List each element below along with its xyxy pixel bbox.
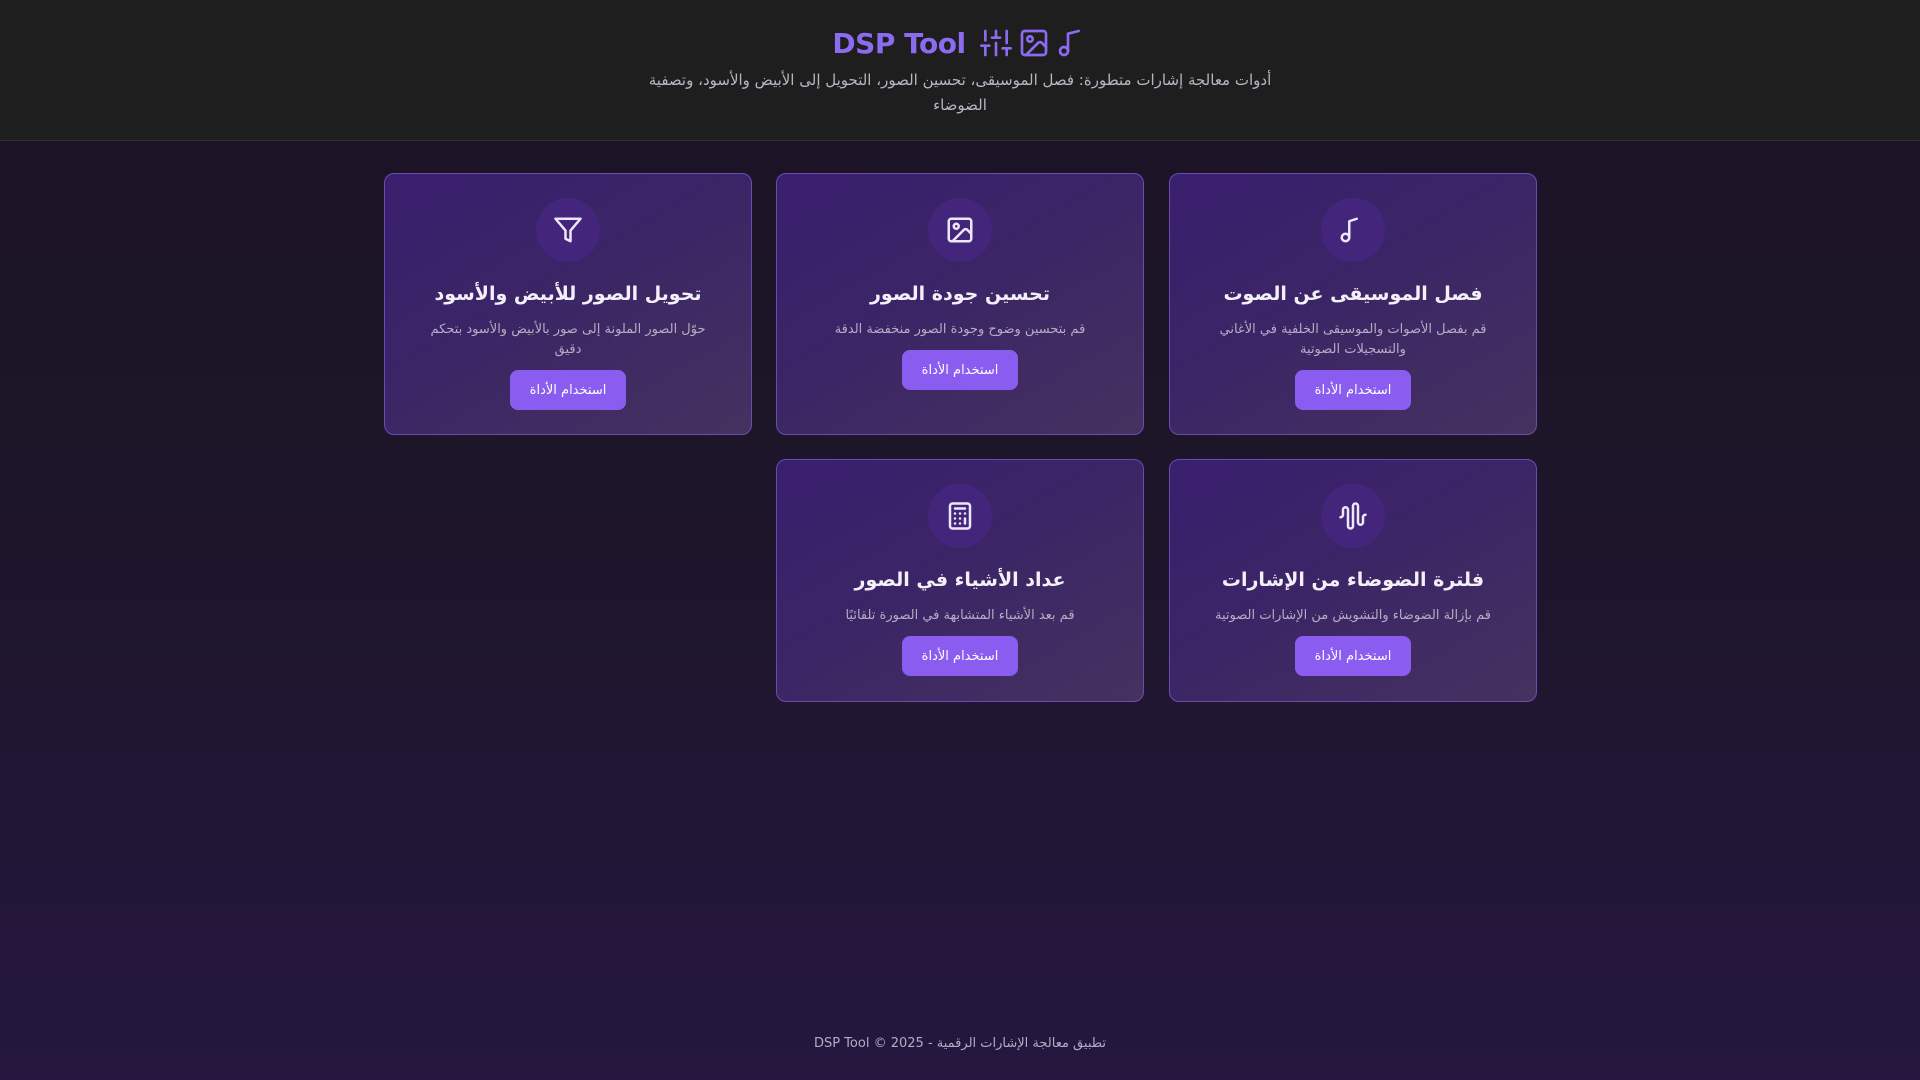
tool-card-grayscale: تحويل الصور للأبيض والأسود حوّل الصور ال… (384, 173, 752, 435)
card-title: عداد الأشياء في الصور (854, 569, 1066, 591)
image-icon (1020, 29, 1047, 57)
card-title: تحويل الصور للأبيض والأسود (434, 283, 702, 305)
tool-card-image-enhance: تحسين جودة الصور قم بتحسين وضوح وجودة ال… (776, 173, 1144, 435)
image-icon (947, 217, 973, 243)
sliders-icon (979, 29, 1012, 57)
brand-row: DSP Tool (0, 22, 1920, 64)
use-tool-button[interactable]: استخدام الأداة (1295, 636, 1411, 676)
tool-card-object-counter: عداد الأشياء في الصور قم بعد الأشياء الم… (776, 459, 1144, 702)
page-subtitle: أدوات معالجة إشارات متطورة: فصل الموسيقى… (648, 71, 1272, 114)
app-header: DSP Tool أدوات معالجة إشارات متطورة: فصل… (0, 0, 1920, 141)
card-description: قم بإزالة الضوضاء والتشويش من الإشارات ا… (1215, 608, 1491, 623)
card-icon-circle (928, 484, 992, 548)
app-title: DSP Tool (832, 26, 966, 60)
card-icon-circle (928, 198, 992, 262)
tool-card-music-separation: فصل الموسيقى عن الصوت قم بفصل الأصوات وا… (1169, 173, 1537, 435)
card-description: قم بتحسين وضوح وجودة الصور منخفضة الدقة (834, 322, 1086, 337)
use-tool-button[interactable]: استخدام الأداة (510, 370, 626, 410)
use-tool-button[interactable]: استخدام الأداة (1295, 370, 1411, 410)
audio-waveform-icon (1339, 502, 1367, 530)
filter-icon (554, 217, 582, 243)
card-icon-circle (1321, 198, 1385, 262)
card-icon-circle (536, 198, 600, 262)
card-title: فصل الموسيقى عن الصوت (1223, 283, 1483, 305)
card-description: حوّل الصور الملونة إلى صور بالأبيض والأس… (430, 322, 706, 357)
card-title: فلترة الضوضاء من الإشارات (1221, 569, 1485, 591)
use-tool-button[interactable]: استخدام الأداة (902, 636, 1018, 676)
calculator-icon (948, 502, 972, 530)
use-tool-button[interactable]: استخدام الأداة (902, 350, 1018, 390)
music-note-icon (1058, 29, 1080, 57)
brand-icons (979, 27, 1088, 59)
card-description: قم بفصل الأصوات والموسيقى الخلفية في الأ… (1219, 322, 1487, 357)
card-description: قم بعد الأشياء المتشابهة في الصورة تلقائ… (845, 608, 1075, 623)
card-icon-circle (1321, 484, 1385, 548)
page-footer: تطبيق معالجة الإشارات الرقمية - 2025 © D… (813, 1036, 1107, 1051)
tool-card-noise-filter: فلترة الضوضاء من الإشارات قم بإزالة الضو… (1169, 459, 1537, 702)
card-title: تحسين جودة الصور (869, 283, 1051, 305)
music-note-icon (1340, 217, 1358, 243)
